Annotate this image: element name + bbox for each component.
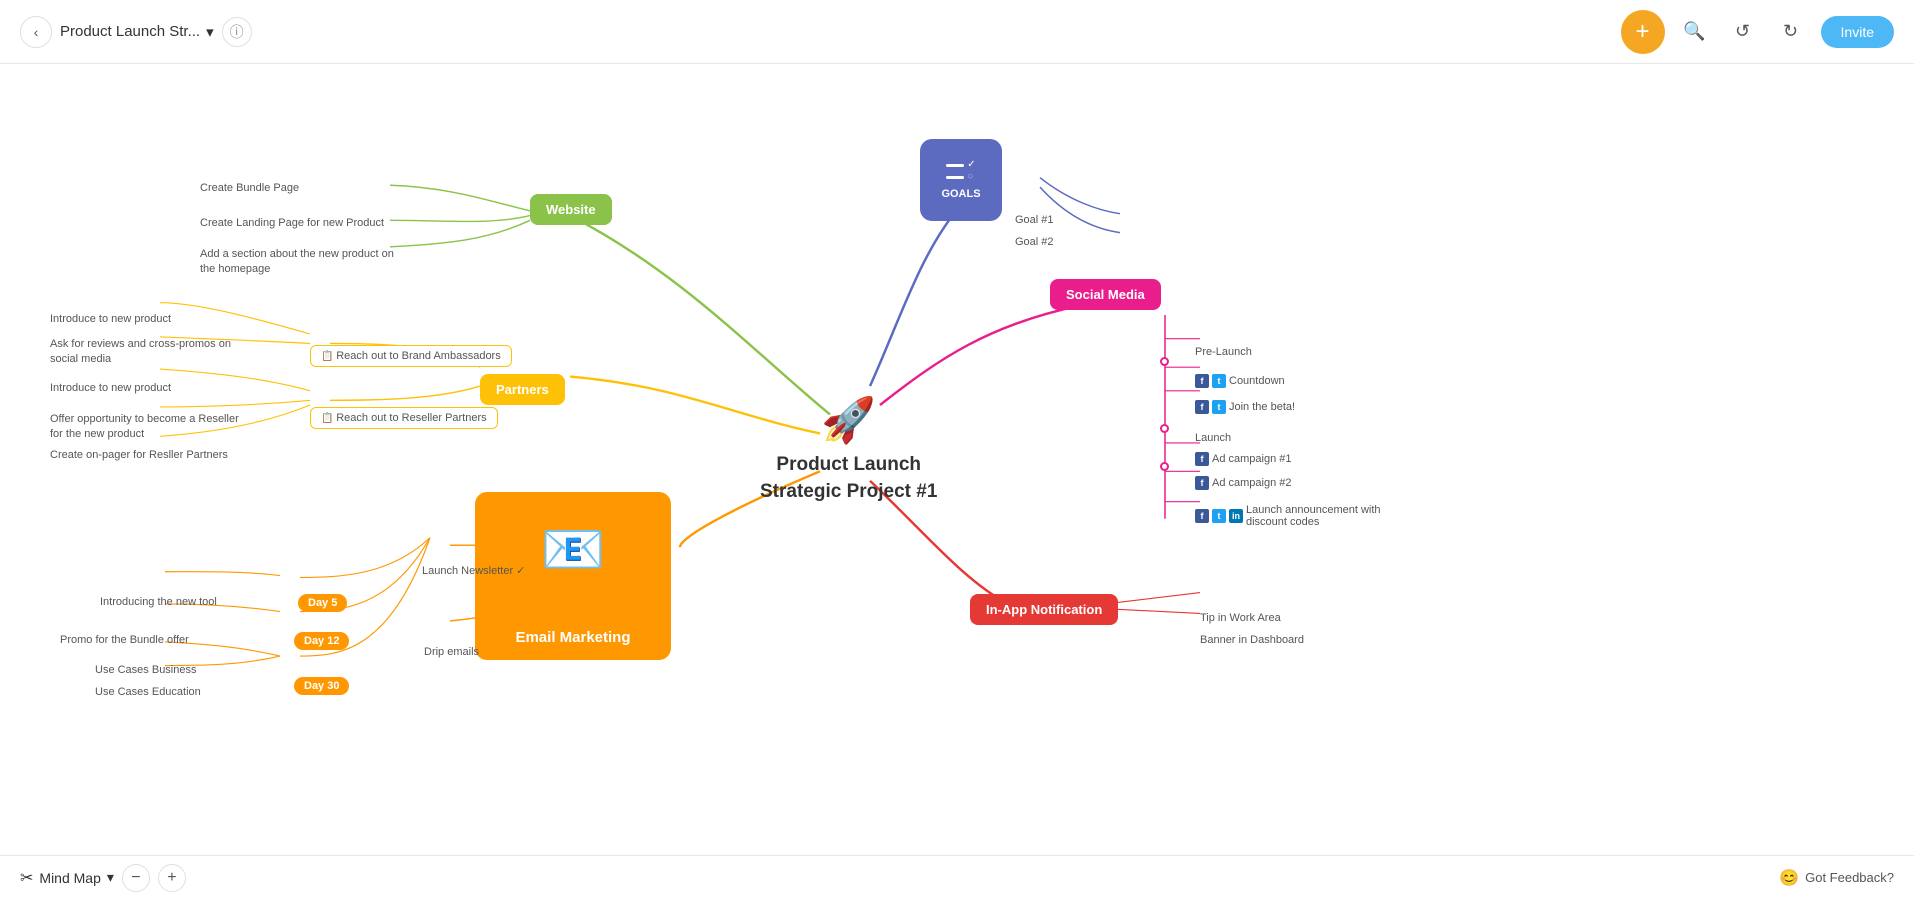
undo-button[interactable]: ↺ <box>1725 14 1761 50</box>
center-rocket-icon: 🚀 <box>821 394 876 446</box>
goal-1: Goal #1 <box>1015 214 1054 226</box>
zoom-in-button[interactable]: + <box>158 864 186 892</box>
website-item-2: Create Landing Page for new Product <box>200 217 384 229</box>
header-right: + 🔍 ↺ ↻ Invite <box>1621 10 1894 54</box>
pre-launch-label: Pre-Launch <box>1195 346 1252 358</box>
launch-item-3: ftin Launch announcement withdiscount co… <box>1195 504 1381 528</box>
launch-item-2: f Ad campaign #2 <box>1195 476 1292 490</box>
ba-item-1: Introduce to new product <box>50 313 171 325</box>
res-item-2: Offer opportunity to become a Resellerfo… <box>50 412 239 443</box>
inapp-item-2: Banner in Dashboard <box>1200 634 1304 646</box>
day5-badge[interactable]: Day 5 <box>298 594 347 612</box>
goals-node[interactable]: ✓ ○ GOALS <box>920 139 1002 221</box>
social-dot-2 <box>1160 424 1169 433</box>
social-dot-1 <box>1160 357 1169 366</box>
scissors-icon: ✂ <box>20 868 33 888</box>
pre-item-1: ft Countdown <box>1195 374 1285 388</box>
social-media-node[interactable]: Social Media <box>1050 279 1161 310</box>
website-node[interactable]: Website <box>530 194 612 225</box>
day5-item: Introducing the new tool <box>100 596 217 608</box>
email-icon-area: 📧 <box>475 492 671 607</box>
mind-map-button[interactable]: ✂ Mind Map ▾ <box>20 868 114 888</box>
canvas: 🚀 Product LaunchStrategic Project #1 Web… <box>0 64 1914 855</box>
goals-icons: ✓ ○ <box>946 160 975 182</box>
social-dot-3 <box>1160 462 1169 471</box>
redo-button[interactable]: ↻ <box>1773 14 1809 50</box>
feedback-label: Got Feedback? <box>1805 870 1894 885</box>
pre-item-2: ft Join the beta! <box>1195 400 1295 414</box>
day30-item-1: Use Cases Business <box>95 664 197 676</box>
inapp-node[interactable]: In-App Notification <box>970 594 1118 625</box>
center-title: Product LaunchStrategic Project #1 <box>760 452 937 505</box>
launch-newsletter: Launch Newsletter ✓ <box>422 564 525 577</box>
feedback-icon: 😊 <box>1779 868 1799 888</box>
brand-ambassador-node[interactable]: 📋 Reach out to Brand Ambassadors <box>310 345 512 367</box>
project-title[interactable]: Product Launch Str... ▾ <box>60 23 214 41</box>
title-chevron: ▾ <box>206 23 214 41</box>
website-item-1: Create Bundle Page <box>200 182 299 194</box>
res-item-3: Create on-pager for Resller Partners <box>50 449 228 461</box>
partners-label: Partners <box>496 382 549 397</box>
header-left: ‹ Product Launch Str... ▾ ⓘ <box>20 16 252 48</box>
launch-label: Launch <box>1195 432 1231 444</box>
feedback-button[interactable]: 😊 Got Feedback? <box>1779 868 1894 888</box>
website-label: Website <box>546 202 596 217</box>
inapp-label: In-App Notification <box>986 602 1102 617</box>
day12-item: Promo for the Bundle offer <box>60 634 189 646</box>
day12-badge[interactable]: Day 12 <box>294 632 349 650</box>
day30-item-2: Use Cases Education <box>95 686 201 698</box>
email-label: Email Marketing <box>515 629 630 646</box>
add-button[interactable]: + <box>1621 10 1665 54</box>
website-item-3: Add a section about the new product onth… <box>200 247 394 278</box>
reseller-icon: 📋 <box>321 413 336 424</box>
brand-ambassador-icon: 📋 <box>321 351 336 362</box>
inapp-item-1: Tip in Work Area <box>1200 612 1281 624</box>
mind-map-label: Mind Map <box>39 870 100 886</box>
partners-node[interactable]: Partners <box>480 374 565 405</box>
back-button[interactable]: ‹ <box>20 16 52 48</box>
drip-emails: Drip emails <box>424 646 479 658</box>
footer-left: ✂ Mind Map ▾ − + <box>20 864 186 892</box>
social-label: Social Media <box>1066 287 1145 302</box>
mind-map-chevron: ▾ <box>107 869 114 886</box>
day30-badge[interactable]: Day 30 <box>294 677 349 695</box>
goals-label: GOALS <box>941 188 980 200</box>
center-node[interactable]: 🚀 Product LaunchStrategic Project #1 <box>760 394 937 505</box>
ba-item-2: Ask for reviews and cross-promos onsocia… <box>50 337 231 368</box>
header: ‹ Product Launch Str... ▾ ⓘ + 🔍 ↺ ↻ Invi… <box>0 0 1914 64</box>
search-button[interactable]: 🔍 <box>1677 14 1713 50</box>
zoom-controls: − + <box>122 864 186 892</box>
zoom-out-button[interactable]: − <box>122 864 150 892</box>
res-item-1: Introduce to new product <box>50 382 171 394</box>
info-button[interactable]: ⓘ <box>222 17 252 47</box>
footer: ✂ Mind Map ▾ − + 😊 Got Feedback? <box>0 855 1914 899</box>
reseller-partners-node[interactable]: 📋 Reach out to Reseller Partners <box>310 407 498 429</box>
launch-item-1: f Ad campaign #1 <box>1195 452 1292 466</box>
goal-2: Goal #2 <box>1015 236 1054 248</box>
project-title-text: Product Launch Str... <box>60 23 200 40</box>
invite-button[interactable]: Invite <box>1821 16 1894 48</box>
